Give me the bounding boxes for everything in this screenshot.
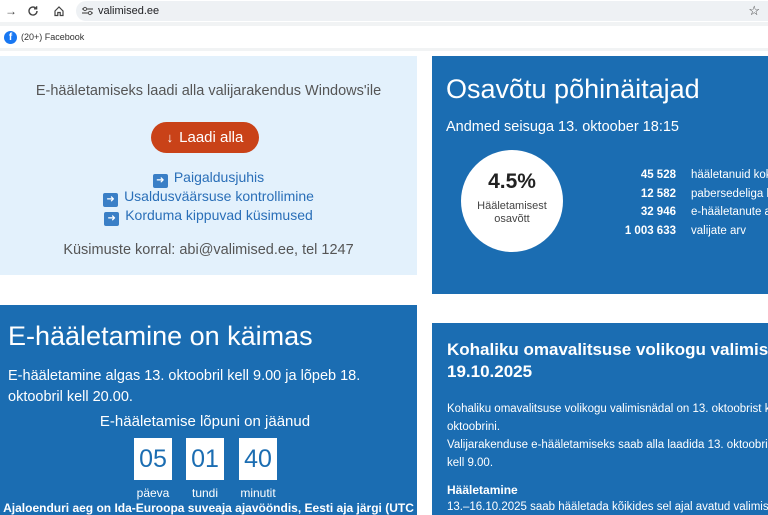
countdown-hours: 01 <box>186 438 224 480</box>
contact-info: Küsimuste korral: abi@valimised.ee, tel … <box>63 242 354 258</box>
bookmark-star-icon[interactable]: ☆ <box>748 3 760 19</box>
home-icon[interactable] <box>48 0 70 22</box>
link-faq[interactable]: ➜ Korduma kippuvad küsimused <box>0 207 417 226</box>
bookmarks-bar: f (20+) Facebook <box>0 26 768 48</box>
download-links: ➜ Paigaldusjuhis ➜ Usaldusväärsuse kontrol… <box>0 169 417 226</box>
reload-icon[interactable] <box>22 0 44 22</box>
voting-dates-text: 13.–16.10.2025 saab hääletada kõikides s… <box>447 501 768 513</box>
stats-date: Andmed seisuga 13. oktoober 18:15 <box>446 119 679 135</box>
countdown-hours-label: tundi <box>191 486 219 500</box>
forward-icon[interactable]: → <box>0 0 22 22</box>
stat-row: 32 946e-hääletanute arv <box>640 206 768 219</box>
participation-stats-panel: Osavõtu põhinäitajad Andmed seisuga 13. … <box>432 56 768 294</box>
link-reliability-check[interactable]: ➜ Usaldusväärsuse kontrollimine <box>0 188 417 207</box>
countdown-minutes-label: minutit <box>240 486 276 500</box>
participation-percent: 4.5% <box>488 170 536 193</box>
voting-subheading: Hääletamine <box>447 483 518 497</box>
arrow-right-icon: ➜ <box>104 212 120 226</box>
stat-row: 12 582pabersedeliga hääletanute arv <box>640 187 768 200</box>
countdown-days-label: päeva <box>136 486 170 500</box>
election-title: Kohaliku omavalitsuse volikogu valimised… <box>447 340 768 381</box>
download-panel: E-hääletamiseks laadi alla valijarakendu… <box>0 56 417 275</box>
stat-row: 45 528hääletanuid kokku <box>640 169 768 182</box>
site-settings-icon[interactable] <box>76 6 98 16</box>
arrow-right-icon: ➜ <box>152 174 168 188</box>
stats-title: Osavõtu põhinäitajad <box>446 74 700 104</box>
countdown-minutes: 40 <box>239 438 277 480</box>
download-button-label: Laadi alla <box>179 129 244 146</box>
evoting-panel: E-hääletamine on käimas E-hääletamine al… <box>0 305 417 515</box>
download-button[interactable]: ↓ Laadi alla <box>151 122 259 153</box>
timezone-note: Ajaloenduri aeg on Ida-Euroopa suveaja a… <box>3 501 414 515</box>
url-text[interactable]: valimised.ee <box>98 5 159 17</box>
countdown-days: 05 <box>134 438 172 480</box>
download-heading: E-hääletamiseks laadi alla valijarakendu… <box>35 83 382 99</box>
evoting-title: E-hääletamine on käimas <box>8 321 313 351</box>
address-bar[interactable]: valimised.ee ☆ <box>76 1 768 21</box>
facebook-icon: f <box>4 30 17 44</box>
participation-circle: 4.5% Hääletamisest osavõtt <box>461 150 563 252</box>
election-info-panel: Kohaliku omavalitsuse volikogu valimised… <box>432 323 768 515</box>
participation-label: Hääletamisest osavõtt <box>477 200 547 225</box>
arrow-right-icon: ➜ <box>103 193 119 207</box>
evoting-text: E-hääletamine algas 13. oktoobril kell 9… <box>8 368 361 405</box>
download-arrow-icon: ↓ <box>166 130 174 145</box>
election-info-text: Kohaliku omavalitsuse volikogu valimisnä… <box>447 403 768 469</box>
countdown-label: E-hääletamise lõpuni on jäänud <box>99 413 311 430</box>
stat-row: 1 003 633 valijate arv <box>624 224 746 237</box>
bookmark-facebook[interactable]: (20+) Facebook <box>21 32 84 42</box>
page-content: E-hääletamiseks laadi alla valijarakendu… <box>0 51 768 515</box>
link-installation-guide[interactable]: ➜ Paigaldusjuhis <box>0 169 417 188</box>
stats-table: 45 528hääletanuid kokku 12 582pabersedel… <box>602 166 768 240</box>
browser-toolbar: → valimised.ee ☆ <box>0 0 768 22</box>
